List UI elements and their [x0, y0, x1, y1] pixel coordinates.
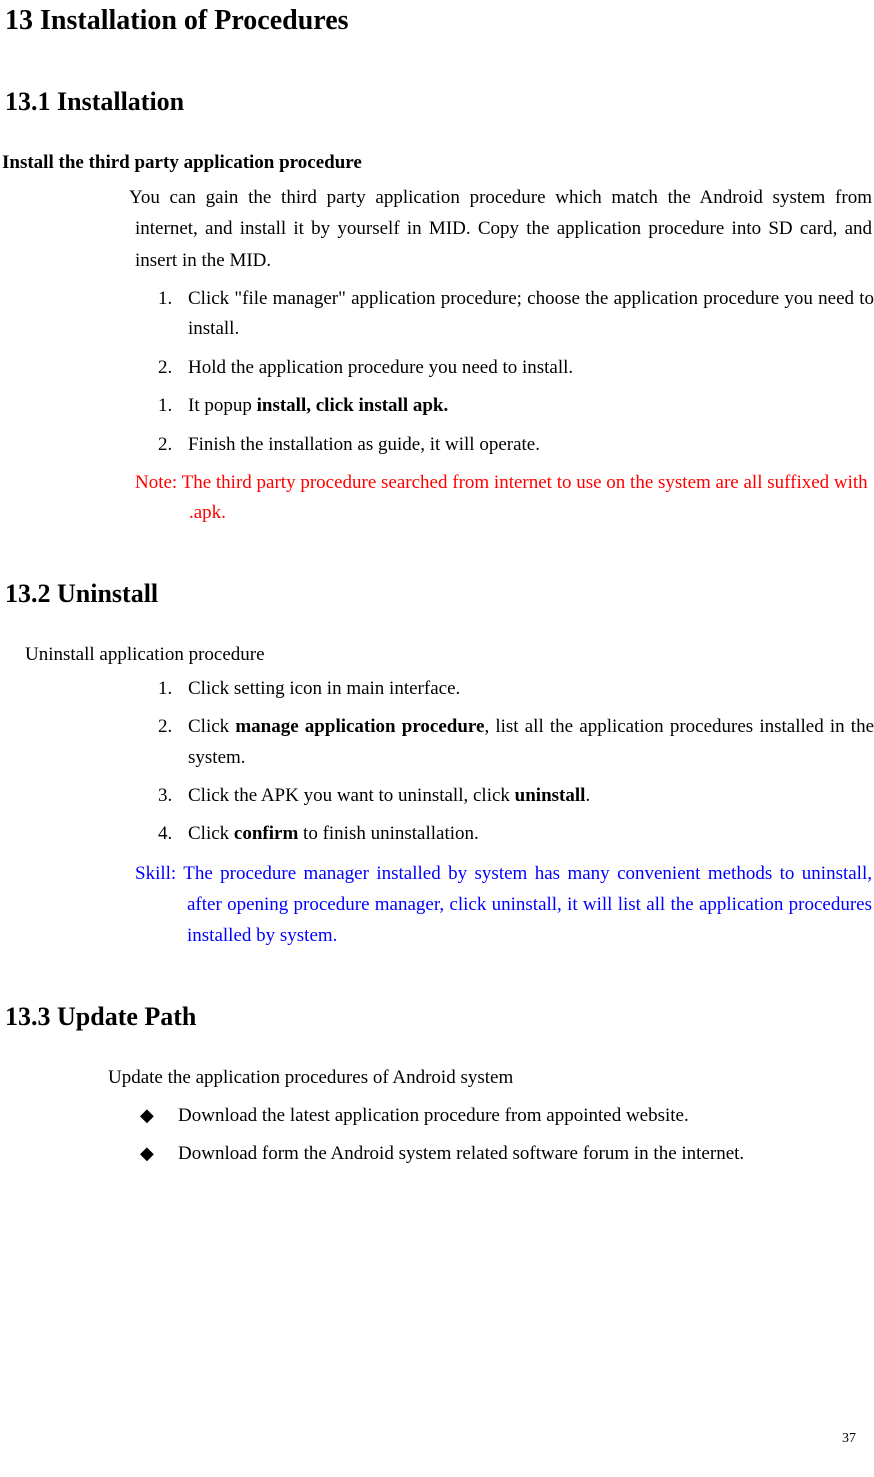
step-text: It popup: [188, 395, 257, 416]
step-number: 2.: [158, 430, 172, 460]
step-bold: manage application procedure: [235, 716, 484, 737]
list-item: 2.Click manage application procedure, li…: [158, 712, 874, 773]
step-text: Click "file manager" application procedu…: [188, 288, 874, 339]
step-number: 2.: [158, 712, 172, 742]
list-item: 2. Finish the installation as guide, it w…: [158, 430, 874, 460]
bullet-text: Download the latest application procedur…: [178, 1105, 689, 1126]
step-number: 1.: [158, 391, 172, 421]
step-bold: install, click install apk.: [257, 395, 449, 416]
step-number: 1.: [158, 284, 172, 314]
step-text: Hold the application procedure you need …: [188, 357, 573, 378]
step-number: 2.: [158, 353, 172, 383]
page-number: 37: [842, 1431, 856, 1447]
step-text: Click setting icon in main interface.: [188, 678, 460, 699]
update-bullets: ◆ Download the latest application procedu…: [0, 1101, 874, 1170]
list-item: ◆ Download the latest application procedu…: [140, 1101, 874, 1131]
diamond-icon: ◆: [140, 1139, 154, 1168]
list-item: 1. Click setting icon in main interface.: [158, 674, 874, 704]
uninstall-steps: 1.Click setting icon in main interface. …: [0, 674, 874, 850]
list-item: 1. It popup install, click install apk.: [158, 391, 874, 421]
section-heading-uninstall: 13.2 Uninstall: [5, 579, 874, 609]
section-heading-update: 13.3 Update Path: [5, 1002, 874, 1032]
list-item: ◆ Download form the Android system relate…: [140, 1139, 874, 1169]
step-number: 3.: [158, 781, 172, 811]
update-intro: Update the application procedures of And…: [108, 1067, 874, 1089]
list-item: 4. Click confirm to finish uninstallation…: [158, 819, 874, 849]
uninstall-skill: Skill: The procedure manager installed b…: [135, 858, 872, 952]
step-text: Finish the installation as guide, it wil…: [188, 434, 540, 455]
step-bold: uninstall: [515, 785, 586, 806]
list-item: 3. Click the APK you want to uninstall, c…: [158, 781, 874, 811]
section-heading-installation: 13.1 Installation: [5, 87, 874, 117]
step-number: 1.: [158, 674, 172, 704]
install-subtitle: Install the third party application proc…: [2, 152, 874, 174]
step-text: Click the APK you want to uninstall, cli…: [188, 785, 515, 806]
list-item: 2. Hold the application procedure you nee…: [158, 353, 874, 383]
step-text: Click: [188, 716, 235, 737]
install-steps: 1. Click "file manager" application proce…: [0, 284, 874, 460]
step-text-after: .: [585, 785, 590, 806]
list-item: 1. Click "file manager" application proce…: [158, 284, 874, 345]
step-bold: confirm: [234, 823, 298, 844]
step-number: 4.: [158, 819, 172, 849]
diamond-icon: ◆: [140, 1101, 154, 1130]
page-title: 13 Installation of Procedures: [0, 0, 874, 37]
install-intro: You can gain the third party application…: [135, 182, 872, 276]
step-text: Click: [188, 823, 234, 844]
step-text-after: to finish uninstallation.: [298, 823, 479, 844]
uninstall-intro: Uninstall application procedure: [25, 644, 874, 666]
bullet-text: Download form the Android system related…: [178, 1143, 744, 1164]
install-note: Note: The third party procedure searched…: [135, 468, 872, 529]
